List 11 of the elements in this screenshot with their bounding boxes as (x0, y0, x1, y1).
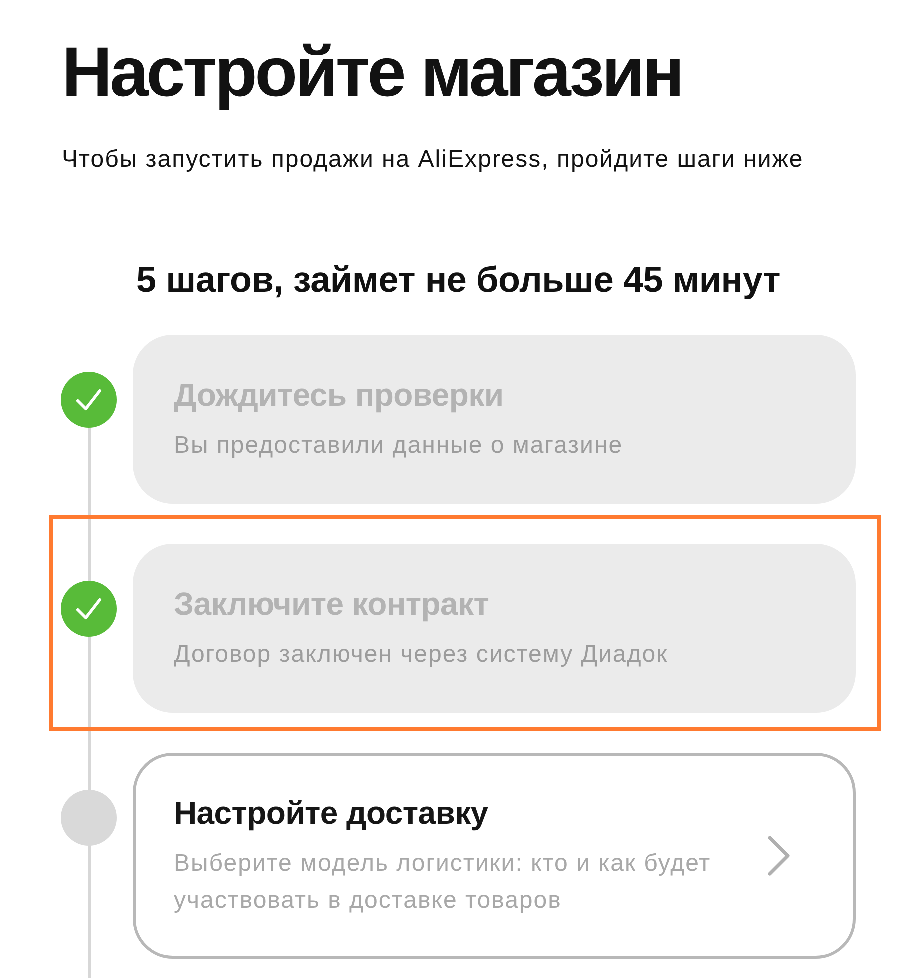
page-subtitle: Чтобы запустить продажи на AliExpress, пройдите шаги ниже (62, 145, 804, 175)
step-description: Договор заключен через систему Диадок (174, 640, 668, 670)
step-title: Дождитесь проверки (174, 376, 504, 415)
step-description: Вы предоставили данные о магазине (174, 431, 624, 461)
chevron-right-icon (767, 836, 791, 876)
page-title: Настройте магазин (62, 32, 682, 112)
step-title: Заключите контракт (174, 585, 490, 624)
steps-summary: 5 шагов, займет не больше 45 минут (136, 260, 781, 300)
step-description: Выберите модель логистики: кто и как будет участвовать в доставке товаров (174, 849, 712, 916)
step-title: Настройте доставку (174, 794, 488, 833)
step-card[interactable]: Настройте доставку Выберите модель логистики: кто и как будет участвовать в доставке товаров (133, 753, 856, 959)
